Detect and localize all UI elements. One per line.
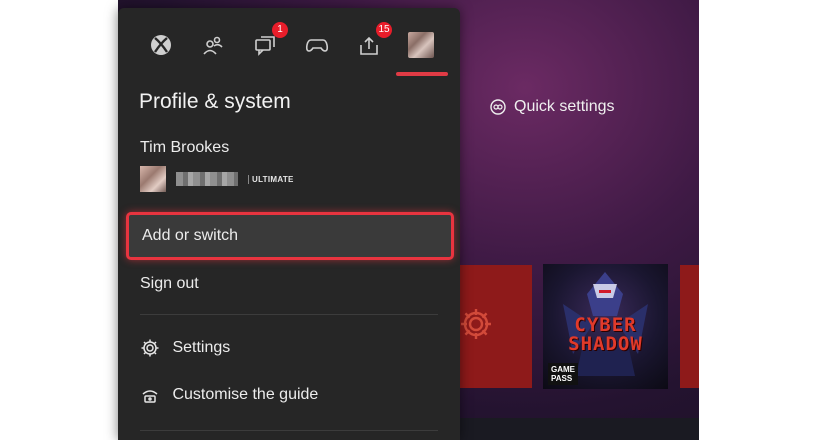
settings-button[interactable]: Settings bbox=[140, 336, 450, 360]
tab-people[interactable] bbox=[196, 28, 230, 62]
tab-chat[interactable]: 1 bbox=[248, 22, 288, 62]
people-icon bbox=[203, 36, 223, 55]
divider bbox=[140, 314, 438, 315]
customise-guide-icon bbox=[140, 385, 160, 405]
tab-controller[interactable] bbox=[300, 28, 334, 62]
guide-panel: 1 15 Profile & system Tim Brookes ULTIMA… bbox=[118, 8, 460, 440]
xbox-logo-icon bbox=[151, 35, 171, 55]
controller-icon bbox=[305, 39, 329, 52]
quick-settings-icon bbox=[490, 99, 506, 115]
chat-badge: 1 bbox=[272, 22, 288, 38]
settings-label: Settings bbox=[172, 339, 231, 356]
tab-xbox[interactable] bbox=[144, 28, 178, 62]
avatar bbox=[140, 166, 166, 192]
add-or-switch-button[interactable]: Add or switch bbox=[126, 212, 454, 260]
chat-icon bbox=[255, 36, 275, 56]
upload-icon bbox=[360, 36, 378, 55]
bottom-row-tiles bbox=[460, 418, 699, 440]
customise-guide-label: Customise the guide bbox=[172, 386, 319, 403]
panel-title: Profile & system bbox=[139, 90, 291, 113]
customise-guide-button[interactable]: Customise the guide bbox=[140, 383, 450, 407]
membership-tier-badge: ULTIMATE bbox=[248, 174, 294, 184]
user-name: Tim Brookes bbox=[140, 139, 230, 156]
tab-upload[interactable]: 15 bbox=[352, 22, 392, 62]
settings-tile-gear-icon bbox=[461, 309, 491, 339]
divider bbox=[140, 430, 438, 431]
game-title: CYBER SHADOW bbox=[568, 314, 643, 355]
tab-profile[interactable] bbox=[404, 28, 438, 62]
profile-avatar bbox=[408, 32, 434, 58]
upload-badge: 15 bbox=[376, 22, 392, 38]
add-or-switch-label: Add or switch bbox=[142, 227, 239, 244]
guide-tab-bar: 1 15 bbox=[118, 8, 460, 80]
game-pass-badge: GAME PASS bbox=[548, 363, 578, 385]
sign-out-button[interactable]: Sign out bbox=[140, 272, 450, 296]
quick-settings-link[interactable]: Quick settings bbox=[490, 98, 614, 116]
sign-out-label: Sign out bbox=[140, 275, 199, 292]
user-details: ULTIMATE bbox=[140, 166, 294, 192]
partial-tile[interactable] bbox=[680, 265, 699, 388]
gamertag-blurred bbox=[176, 172, 238, 186]
game-tile-cyber-shadow[interactable]: CYBER SHADOW GAME PASS bbox=[543, 264, 668, 389]
quick-settings-label: Quick settings bbox=[514, 98, 615, 115]
active-tab-indicator bbox=[396, 72, 448, 76]
gear-icon bbox=[140, 338, 160, 358]
